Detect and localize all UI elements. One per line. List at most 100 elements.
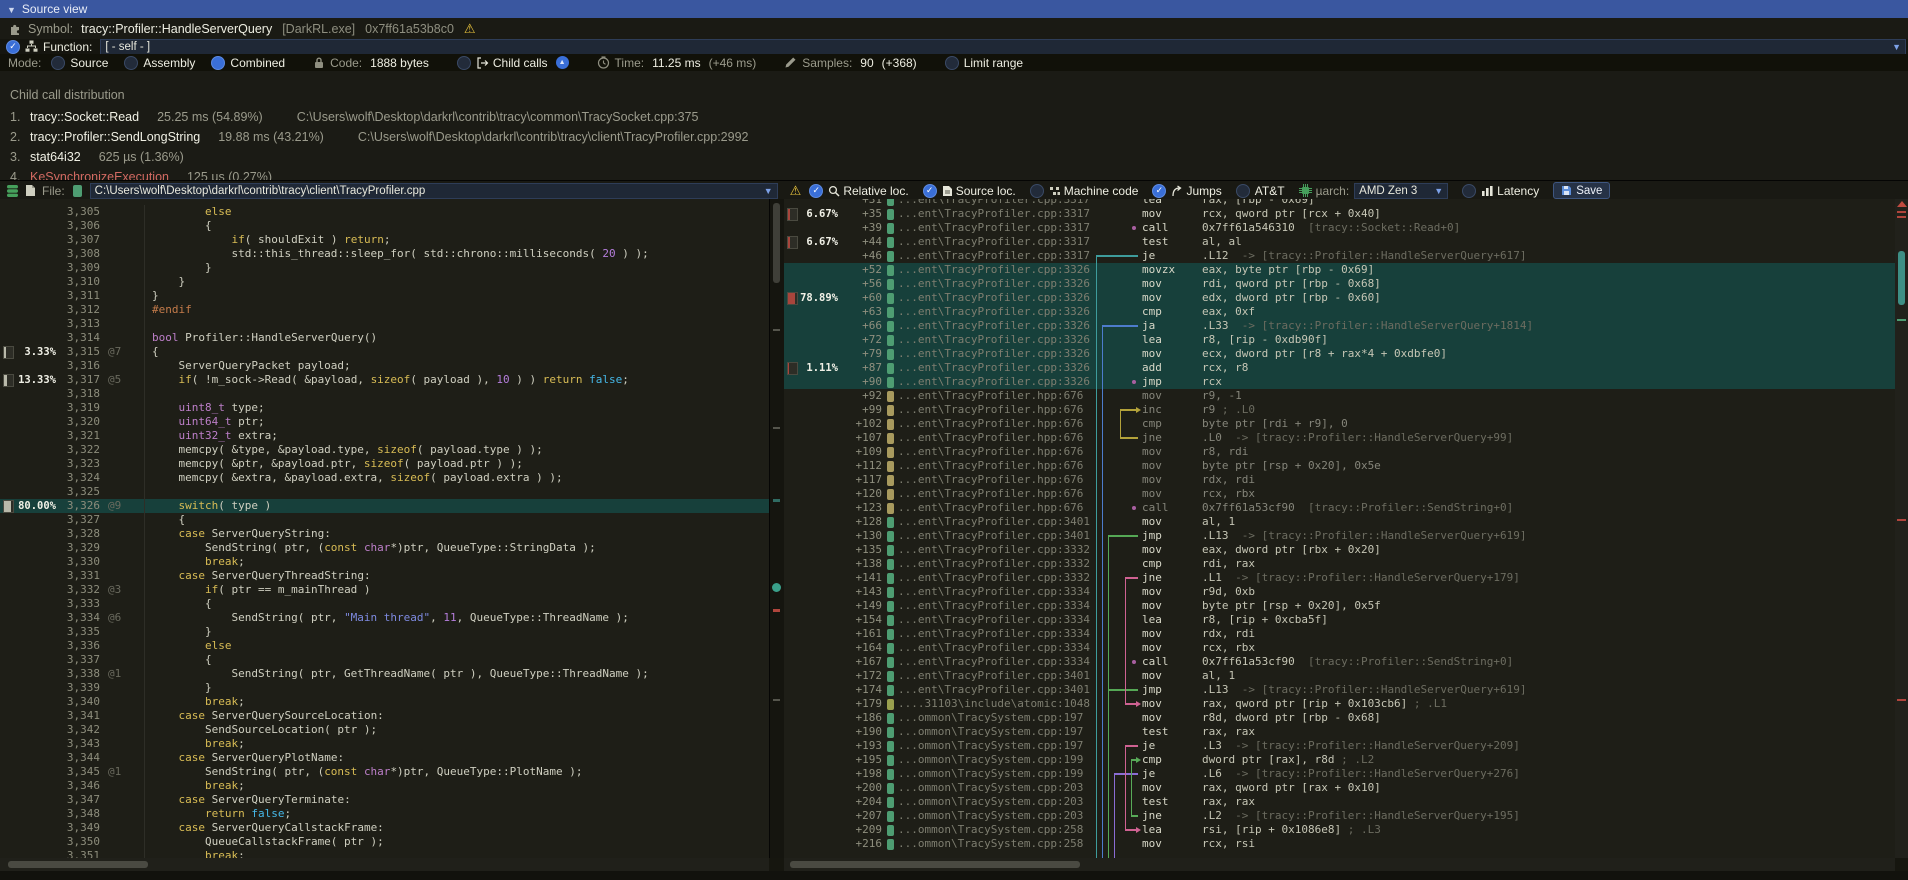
child-calls-label[interactable]: Child calls bbox=[493, 56, 548, 70]
asm-source-loc[interactable]: ...ent\TracyProfiler.hpp:676 bbox=[898, 487, 1094, 501]
asm-source-loc[interactable]: ...ent\TracyProfiler.cpp:3317 bbox=[898, 199, 1094, 207]
source-line[interactable]: 3,316 ServerQueryPacket payload; bbox=[0, 359, 769, 373]
splitter-handle[interactable] bbox=[772, 583, 781, 592]
assembly-line[interactable]: +186...ommon\TracySystem.cpp:197movr8d, … bbox=[784, 711, 1895, 725]
source-line[interactable]: 3,311} bbox=[0, 289, 769, 303]
source-line[interactable]: 3,319 uint8_t type; bbox=[0, 401, 769, 415]
source-line[interactable]: 3,340 break; bbox=[0, 695, 769, 709]
source-line[interactable]: 3,309 } bbox=[0, 261, 769, 275]
assembly-line[interactable]: +190...ommon\TracySystem.cpp:197testrax,… bbox=[784, 725, 1895, 739]
assembly-line[interactable]: +130...ent\TracyProfiler.cpp:3401jmp.L13… bbox=[784, 529, 1895, 543]
assembly-line[interactable]: +63...ent\TracyProfiler.cpp:3326cmpeax, … bbox=[784, 305, 1895, 319]
child-calls-checkbox[interactable] bbox=[457, 56, 471, 70]
assembly-hscroll-thumb[interactable] bbox=[790, 861, 1080, 868]
assembly-line[interactable]: +138...ent\TracyProfiler.cpp:3332cmprdi,… bbox=[784, 557, 1895, 571]
assembly-line[interactable]: +46...ent\TracyProfiler.cpp:3317je.L12 -… bbox=[784, 249, 1895, 263]
machine-code-toggle[interactable]: Machine code bbox=[1030, 184, 1139, 198]
collapse-triangle-icon[interactable]: ▼ bbox=[7, 5, 16, 15]
source-line[interactable]: 3,341 case ServerQuerySourceLocation: bbox=[0, 709, 769, 723]
assembly-line[interactable]: +92...ent\TracyProfiler.hpp:676movr9, -1 bbox=[784, 389, 1895, 403]
assembly-line[interactable]: +200...ommon\TracySystem.cpp:203movrax, … bbox=[784, 781, 1895, 795]
source-horizontal-scrollbar[interactable] bbox=[0, 858, 769, 871]
assembly-line[interactable]: +195...ommon\TracySystem.cpp:199cmpdword… bbox=[784, 753, 1895, 767]
asm-source-loc[interactable]: ...ent\TracyProfiler.cpp:3326 bbox=[898, 263, 1094, 277]
function-combo[interactable]: [ - self - ] ▼ bbox=[100, 39, 1906, 55]
source-line[interactable]: 80.00%3,326@9 switch( type ) bbox=[0, 499, 769, 513]
assembly-line[interactable]: +167...ent\TracyProfiler.cpp:3334call0x7… bbox=[784, 655, 1895, 669]
asm-source-loc[interactable]: ...ent\TracyProfiler.cpp:3326 bbox=[898, 277, 1094, 291]
asm-source-loc[interactable]: ...ommon\TracySystem.cpp:199 bbox=[898, 753, 1094, 767]
source-line[interactable]: 3,333 { bbox=[0, 597, 769, 611]
source-line[interactable]: 3.33%3,315@7{ bbox=[0, 345, 769, 359]
assembly-line[interactable]: 6.67%+35...ent\TracyProfiler.cpp:3317mov… bbox=[784, 207, 1895, 221]
source-line[interactable]: 3,338@1 SendString( ptr, GetThreadName( … bbox=[0, 667, 769, 681]
source-line[interactable]: 3,325 bbox=[0, 485, 769, 499]
asm-source-loc[interactable]: ...ent\TracyProfiler.cpp:3317 bbox=[898, 207, 1094, 221]
asm-source-loc[interactable]: ...ent\TracyProfiler.hpp:676 bbox=[898, 431, 1094, 445]
asm-source-loc[interactable]: ...ommon\TracySystem.cpp:258 bbox=[898, 823, 1094, 837]
source-line[interactable]: 3,346 break; bbox=[0, 779, 769, 793]
source-line[interactable]: 3,348 return false; bbox=[0, 807, 769, 821]
asm-source-loc[interactable]: ...ent\TracyProfiler.cpp:3334 bbox=[898, 599, 1094, 613]
asm-source-loc[interactable]: ...ent\TracyProfiler.cpp:3401 bbox=[898, 529, 1094, 543]
assembly-line[interactable]: +39...ent\TracyProfiler.cpp:3317call0x7f… bbox=[784, 221, 1895, 235]
assembly-line[interactable]: +179....31103\include\atomic:1048movrax,… bbox=[784, 697, 1895, 711]
source-hscroll-thumb[interactable] bbox=[8, 861, 148, 868]
asm-source-loc[interactable]: ...ent\TracyProfiler.cpp:3326 bbox=[898, 305, 1094, 319]
asm-source-loc[interactable]: ...ent\TracyProfiler.cpp:3332 bbox=[898, 571, 1094, 585]
assembly-line[interactable]: +135...ent\TracyProfiler.cpp:3332moveax,… bbox=[784, 543, 1895, 557]
source-line[interactable]: 3,345@1 SendString( ptr, (const char*)pt… bbox=[0, 765, 769, 779]
source-line[interactable]: 3,308 std::this_thread::sleep_for( std::… bbox=[0, 247, 769, 261]
source-line[interactable]: 3,327 { bbox=[0, 513, 769, 527]
assembly-line[interactable]: +161...ent\TracyProfiler.cpp:3334movrdx,… bbox=[784, 627, 1895, 641]
assembly-line[interactable]: +216...ommon\TracySystem.cpp:258movrcx, … bbox=[784, 837, 1895, 851]
att-checkbox[interactable] bbox=[1236, 184, 1250, 198]
file-combo-chevron-icon[interactable]: ▼ bbox=[758, 186, 773, 196]
asm-source-loc[interactable]: ...ent\TracyProfiler.hpp:676 bbox=[898, 389, 1094, 403]
march-combo[interactable]: AMD Zen 3 ▼ bbox=[1354, 183, 1448, 199]
asm-source-loc[interactable]: ...ent\TracyProfiler.hpp:676 bbox=[898, 403, 1094, 417]
source-scrollbar-thumb[interactable] bbox=[773, 203, 780, 283]
assembly-line[interactable]: +164...ent\TracyProfiler.cpp:3334movrcx,… bbox=[784, 641, 1895, 655]
asm-source-loc[interactable]: ...ommon\TracySystem.cpp:199 bbox=[898, 767, 1094, 781]
assembly-line[interactable]: +56...ent\TracyProfiler.cpp:3326movrdi, … bbox=[784, 277, 1895, 291]
source-line[interactable]: 3,321 uint32_t extra; bbox=[0, 429, 769, 443]
source-code-panel[interactable]: 3,305 else3,306 {3,307 if( shouldExit ) … bbox=[0, 199, 769, 858]
assembly-line[interactable]: +209...ommon\TracySystem.cpp:258learsi, … bbox=[784, 823, 1895, 837]
asm-source-loc[interactable]: ...ent\TracyProfiler.cpp:3326 bbox=[898, 319, 1094, 333]
source-line[interactable]: 3,307 if( shouldExit ) return; bbox=[0, 233, 769, 247]
assembly-line[interactable]: +154...ent\TracyProfiler.cpp:3334lear8, … bbox=[784, 613, 1895, 627]
source-line[interactable]: 3,335 } bbox=[0, 625, 769, 639]
assembly-line[interactable]: 6.67%+44...ent\TracyProfiler.cpp:3317tes… bbox=[784, 235, 1895, 249]
asm-source-loc[interactable]: ...ent\TracyProfiler.cpp:3317 bbox=[898, 235, 1094, 249]
latency-checkbox[interactable] bbox=[1462, 184, 1476, 198]
source-line[interactable]: 3,351 break; bbox=[0, 849, 769, 858]
radio-source[interactable] bbox=[51, 56, 65, 70]
chevron-down-icon[interactable]: ▼ bbox=[1886, 42, 1901, 52]
assembly-line[interactable]: +120...ent\TracyProfiler.hpp:676movrcx, … bbox=[784, 487, 1895, 501]
source-line[interactable]: 3,305 else bbox=[0, 205, 769, 219]
source-line[interactable]: 3,329 SendString( ptr, (const char*)ptr,… bbox=[0, 541, 769, 555]
asm-source-loc[interactable]: ...ent\TracyProfiler.cpp:3317 bbox=[898, 221, 1094, 235]
assembly-line[interactable]: +174...ent\TracyProfiler.cpp:3401jmp.L13… bbox=[784, 683, 1895, 697]
source-line[interactable]: 3,312#endif bbox=[0, 303, 769, 317]
asm-source-loc[interactable]: ...ent\TracyProfiler.cpp:3326 bbox=[898, 347, 1094, 361]
assembly-line[interactable]: +112...ent\TracyProfiler.hpp:676movbyte … bbox=[784, 459, 1895, 473]
source-line[interactable]: 3,322 memcpy( &type, &payload.type, size… bbox=[0, 443, 769, 457]
assembly-line[interactable]: +143...ent\TracyProfiler.cpp:3334movr9d,… bbox=[784, 585, 1895, 599]
source-line[interactable]: 3,310 } bbox=[0, 275, 769, 289]
limit-range-label[interactable]: Limit range bbox=[964, 56, 1023, 70]
asm-source-loc[interactable]: ...ent\TracyProfiler.cpp:3332 bbox=[898, 543, 1094, 557]
source-line[interactable]: 3,320 uint64_t ptr; bbox=[0, 415, 769, 429]
source-line[interactable]: 3,318 bbox=[0, 387, 769, 401]
assembly-vertical-scrollbar[interactable] bbox=[1895, 199, 1908, 858]
relative-loc-checkbox[interactable]: ✓ bbox=[809, 184, 823, 198]
asm-source-loc[interactable]: ...ent\TracyProfiler.hpp:676 bbox=[898, 459, 1094, 473]
machine-code-checkbox[interactable] bbox=[1030, 184, 1044, 198]
source-line[interactable]: 3,347 case ServerQueryTerminate: bbox=[0, 793, 769, 807]
asm-source-loc[interactable]: ...ent\TracyProfiler.cpp:3401 bbox=[898, 515, 1094, 529]
assembly-line[interactable]: +31...ent\TracyProfiler.cpp:3317learax, … bbox=[784, 199, 1895, 207]
source-line[interactable]: 3,314bool Profiler::HandleServerQuery() bbox=[0, 331, 769, 345]
source-line[interactable]: 3,324 memcpy( &extra, &payload.extra, si… bbox=[0, 471, 769, 485]
assembly-line[interactable]: +107...ent\TracyProfiler.hpp:676jne.L0 -… bbox=[784, 431, 1895, 445]
